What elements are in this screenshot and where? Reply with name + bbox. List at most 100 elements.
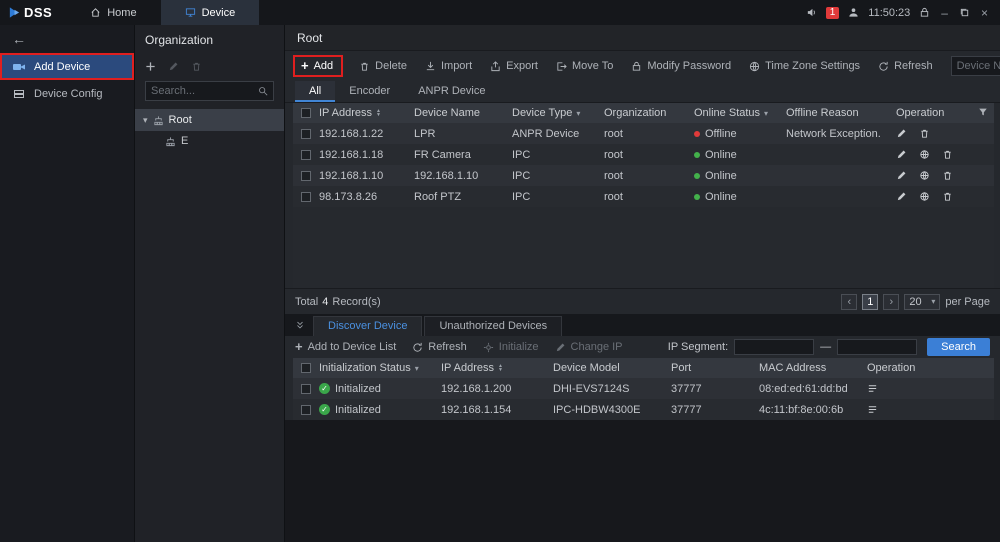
organization-search-input[interactable] [151,85,258,97]
col-ip-address[interactable]: IP Address ▲▼ [319,107,414,119]
device-search-input[interactable] [957,60,1000,72]
page-size-select[interactable]: 20 ▾ [904,294,940,310]
next-page-button[interactable]: › [883,294,899,310]
user-icon[interactable] [848,7,859,18]
discover-row[interactable]: ✓ Initialized 192.168.1.154 IPC-HDBW4300… [293,399,994,420]
collapse-panel-icon[interactable] [289,320,311,330]
edit-icon[interactable] [896,191,907,202]
sidebar-item-add-device[interactable]: Add Device [0,53,134,80]
table-row[interactable]: 192.168.1.22 LPR ANPR Device root Offlin… [293,123,994,144]
add-org-icon[interactable] [145,61,156,72]
filter-caret-icon[interactable]: ▾ [576,109,580,118]
select-all-checkbox[interactable] [301,108,311,118]
tree-expand-icon[interactable]: ▾ [143,115,148,126]
edit-icon[interactable] [896,170,907,181]
ip-segment-start-input[interactable] [734,339,814,355]
export-button[interactable]: Export [490,60,538,72]
cell-ip: 192.168.1.22 [319,128,414,140]
sort-icon[interactable]: ▲▼ [498,364,503,372]
filter-funnel-icon[interactable] [978,107,988,120]
cell-operation [867,383,994,394]
refresh-button[interactable]: Refresh [878,60,933,72]
speaker-icon[interactable] [806,7,817,18]
filter-caret-icon[interactable]: ▾ [764,109,768,118]
cell-online-status: Online [694,149,786,161]
prev-page-button[interactable]: ‹ [841,294,857,310]
segment-search-button[interactable]: Search [927,338,990,356]
web-config-icon[interactable] [919,170,930,181]
table-empty-area [293,207,994,288]
web-config-icon[interactable] [919,149,930,160]
tab-discover-device[interactable]: Discover Device [313,316,422,336]
cell-online-status: Offline [694,128,786,140]
close-button[interactable]: × [979,6,990,20]
device-search [951,56,1000,76]
table-row[interactable]: 192.168.1.18 FR Camera IPC root Online [293,144,994,165]
tab-encoder[interactable]: Encoder [335,81,404,102]
sort-icon[interactable]: ▲▼ [376,109,381,117]
row-checkbox[interactable] [301,150,311,160]
sidebar-item-device-config[interactable]: Device Config [0,80,134,107]
tab-home[interactable]: Home [66,0,160,25]
time-zone-settings-button[interactable]: Time Zone Settings [749,60,860,72]
tab-anpr-device[interactable]: ANPR Device [404,81,499,102]
web-config-icon[interactable] [919,191,930,202]
row-checkbox[interactable] [301,171,311,181]
change-ip-button[interactable]: Change IP [555,341,623,353]
delete-icon[interactable] [942,170,953,181]
tree-node-child[interactable]: E [135,131,284,151]
import-button[interactable]: Import [425,60,472,72]
pagination: ‹ 1 › 20 ▾ per Page [841,294,990,310]
password-lock-icon [631,61,642,72]
filter-caret-icon[interactable]: ▾ [415,364,419,373]
col-mac-address: MAC Address [759,362,867,374]
tab-unauthorized-devices[interactable]: Unauthorized Devices [424,316,562,336]
row-checkbox[interactable] [301,405,311,415]
cell-device-model: DHI-EVS7124S [553,383,671,395]
tree-node-root[interactable]: ▾ Root [135,109,284,131]
minimize-button[interactable]: – [939,6,950,20]
delete-icon[interactable] [942,191,953,202]
status-text: Online [705,191,737,203]
modify-password-button[interactable]: Modify Password [631,60,731,72]
lock-icon[interactable] [919,7,930,18]
add-to-list-icon[interactable] [867,383,878,394]
cell-organization: root [604,149,694,161]
notification-badge[interactable]: 1 [826,7,840,19]
add-to-device-list-button[interactable]: + Add to Device List [295,341,396,353]
discover-row[interactable]: ✓ Initialized 192.168.1.200 DHI-EVS7124S… [293,378,994,399]
row-checkbox[interactable] [301,384,311,394]
initialize-button[interactable]: Initialize [483,341,539,353]
cell-mac: 08:ed:ed:61:dd:bd [759,383,867,395]
delete-icon[interactable] [942,149,953,160]
col-initialization-status[interactable]: Initialization Status ▾ [319,362,441,374]
select-all-checkbox[interactable] [301,363,311,373]
delete-org-icon[interactable] [191,61,202,72]
delete-icon[interactable] [919,128,930,139]
row-checkbox[interactable] [301,129,311,139]
edit-icon[interactable] [896,149,907,160]
tab-all[interactable]: All [295,81,335,102]
organization-title: Organization [135,25,284,55]
table-row[interactable]: 98.173.8.26 Roof PTZ IPC root Online [293,186,994,207]
delete-button[interactable]: Delete [359,60,407,72]
col-online-status[interactable]: Online Status ▾ [694,107,786,119]
restore-button[interactable] [959,7,970,18]
current-page[interactable]: 1 [862,294,878,310]
discover-refresh-button[interactable]: Refresh [412,341,467,353]
col-device-type[interactable]: Device Type ▾ [512,107,604,119]
tab-device[interactable]: Device [161,0,260,25]
sidebar-item-label: Add Device [34,61,90,73]
ip-segment-end-input[interactable] [837,339,917,355]
edit-org-icon[interactable] [168,61,179,72]
table-row[interactable]: 192.168.1.10 192.168.1.10 IPC root Onlin… [293,165,994,186]
col-ip-address[interactable]: IP Address ▲▼ [441,362,553,374]
add-button[interactable]: + Add [295,57,341,75]
edit-icon[interactable] [896,128,907,139]
app-window: DSS Home Device 1 11:50:23 – × ← [0,0,1000,542]
move-to-button[interactable]: Move To [556,60,613,72]
row-checkbox[interactable] [301,192,311,202]
back-button[interactable]: ← [0,25,134,53]
cell-online-status: Online [694,191,786,203]
add-to-list-icon[interactable] [867,404,878,415]
